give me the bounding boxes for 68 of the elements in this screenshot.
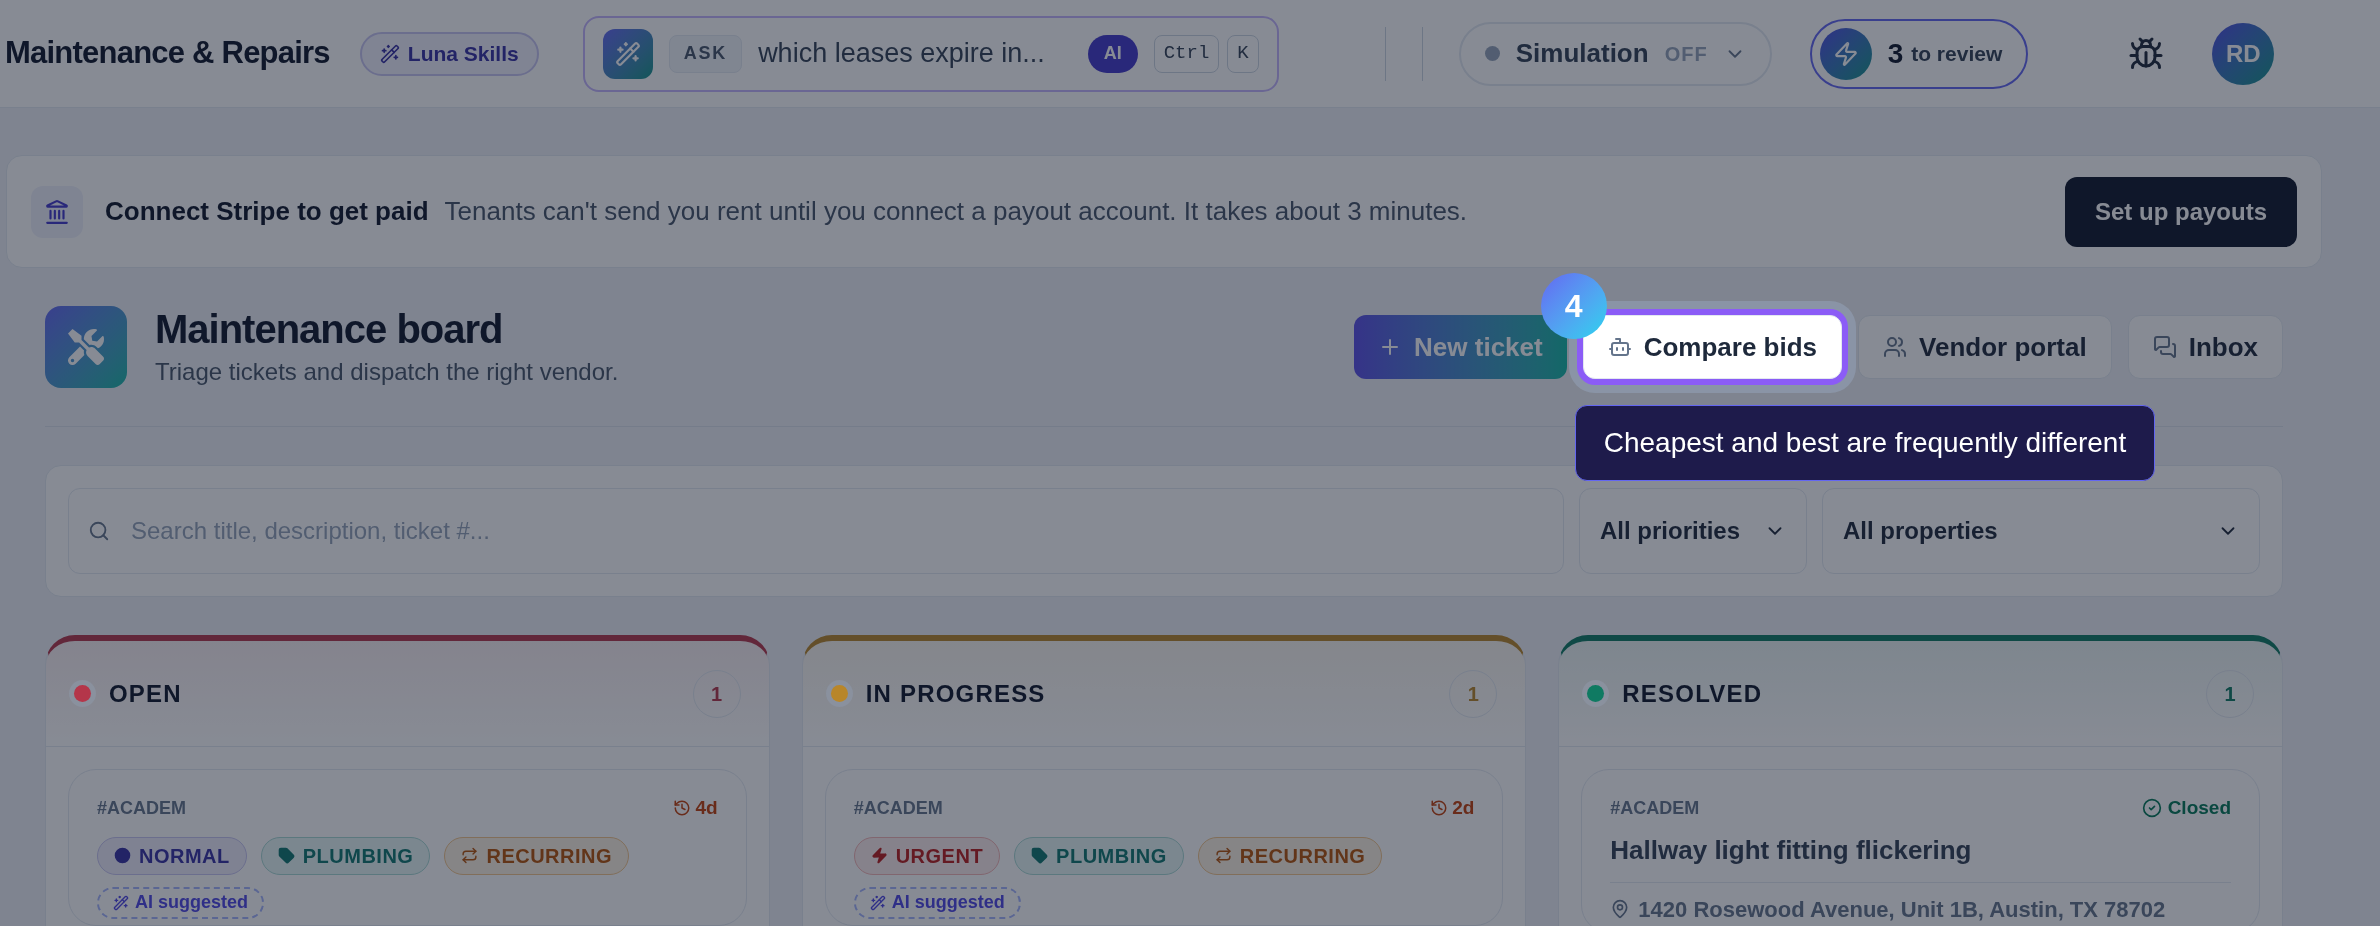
ticket-age: 4d — [673, 794, 718, 823]
tag-icon — [277, 847, 295, 864]
skills-badge[interactable]: Luna Skills — [359, 31, 539, 76]
closed-status: Closed — [2141, 794, 2231, 823]
ai-wand-icon — [602, 28, 653, 79]
check-icon — [2141, 798, 2162, 819]
ticket-tag: PLUMBING — [1014, 836, 1184, 875]
ticket-ref: #ACADEM — [97, 796, 186, 820]
review-count: 3 — [1887, 36, 1904, 71]
review-button[interactable]: 3 to review — [1809, 18, 2029, 89]
ticket-title: Hallway light fitting flickering — [1610, 833, 1973, 867]
filter-select[interactable]: All properties — [1822, 488, 2260, 574]
ai-badge: AI — [1087, 34, 1138, 73]
lightning-icon — [870, 847, 888, 864]
lightning-icon — [1819, 27, 1872, 80]
banner-message: Tenants can't send you rent until you connect a payout account. It takes about 3 minutes. — [444, 195, 1469, 228]
ask-tag: ASK — [668, 34, 743, 73]
simulation-label: Simulation — [1515, 37, 1649, 70]
board-title: Maintenance board — [155, 306, 504, 353]
chat-icon — [2152, 335, 2177, 359]
ticket-address: 1420 Rosewood Avenue, Unit 1B, Austin, TX 78702 — [1638, 895, 2166, 924]
wand-icon — [113, 894, 129, 911]
ticket-tag: URGENT — [853, 836, 1001, 875]
ticket-tag: RECURRING — [444, 836, 630, 875]
board-subtitle: Triage tickets and dispatch the right vendor. — [155, 357, 620, 387]
ticket-card[interactable]: #ACADEM 2d URGENT PLUMBING RECURRING AI suggested — [824, 769, 1504, 926]
setup-payouts-button[interactable]: Set up payouts — [2064, 176, 2297, 247]
ticket-tag: NORMAL — [97, 836, 247, 875]
ticket-ref: #ACADEM — [1610, 796, 1700, 820]
ai-suggested-tag: AI suggested — [97, 886, 265, 919]
history-icon — [673, 799, 692, 818]
new-ticket-button[interactable]: New ticket — [1354, 315, 1567, 379]
tour-step-badge: 4 — [1540, 273, 1607, 339]
dot-icon — [114, 847, 131, 864]
ticket-age: 2d — [1430, 794, 1475, 823]
tools-icon — [45, 306, 127, 388]
filter-select[interactable]: All priorities — [1579, 488, 1807, 574]
ask-query: which leases expire in... — [758, 37, 1046, 71]
column-title: IN PROGRESS — [865, 678, 1047, 709]
ticket-card[interactable]: #ACADEM 4d NORMAL PLUMBING RECURRING AI suggested — [68, 769, 747, 926]
ticket-tag: PLUMBING — [260, 836, 431, 875]
column-title: RESOLVED — [1622, 678, 1764, 709]
ticket-card[interactable]: #ACADEM Closed Hallway light fitting flickering 1420 Rosewood Avenue, Unit 1B, Austin, TX 78702 — [1581, 769, 2260, 926]
column-title: OPEN — [109, 678, 183, 709]
ask-bar[interactable]: ASK which leases expire in... AI Ctrl K — [582, 15, 1279, 92]
review-label: to review — [1911, 40, 2003, 67]
app-title: Maintenance & Repairs — [5, 34, 330, 73]
wand-icon — [869, 894, 886, 911]
search-icon — [88, 520, 110, 542]
shortcut-key: K — [1227, 34, 1259, 73]
history-icon — [1430, 799, 1449, 818]
ticket-tag: RECURRING — [1197, 836, 1383, 875]
user-avatar[interactable]: RD — [2212, 22, 2275, 85]
people-icon — [1883, 335, 1908, 359]
toolbar-button[interactable]: Vendor portal — [1858, 315, 2112, 379]
robot-icon — [1607, 335, 1632, 359]
bank-icon — [31, 185, 83, 238]
wand-icon — [379, 43, 400, 64]
toolbar-button[interactable]: Inbox — [2127, 315, 2283, 379]
repeat-icon — [461, 847, 479, 864]
ai-suggested-tag: AI suggested — [853, 886, 1021, 919]
banner-title: Connect Stripe to get paid — [105, 195, 429, 228]
tour-tooltip: Cheapest and best are frequently different — [1574, 405, 2156, 481]
tag-icon — [1031, 847, 1049, 864]
shortcut-key: Ctrl — [1153, 34, 1220, 73]
bug-icon[interactable] — [2128, 35, 2165, 72]
repeat-icon — [1214, 847, 1232, 864]
ticket-ref: #ACADEM — [853, 796, 943, 820]
